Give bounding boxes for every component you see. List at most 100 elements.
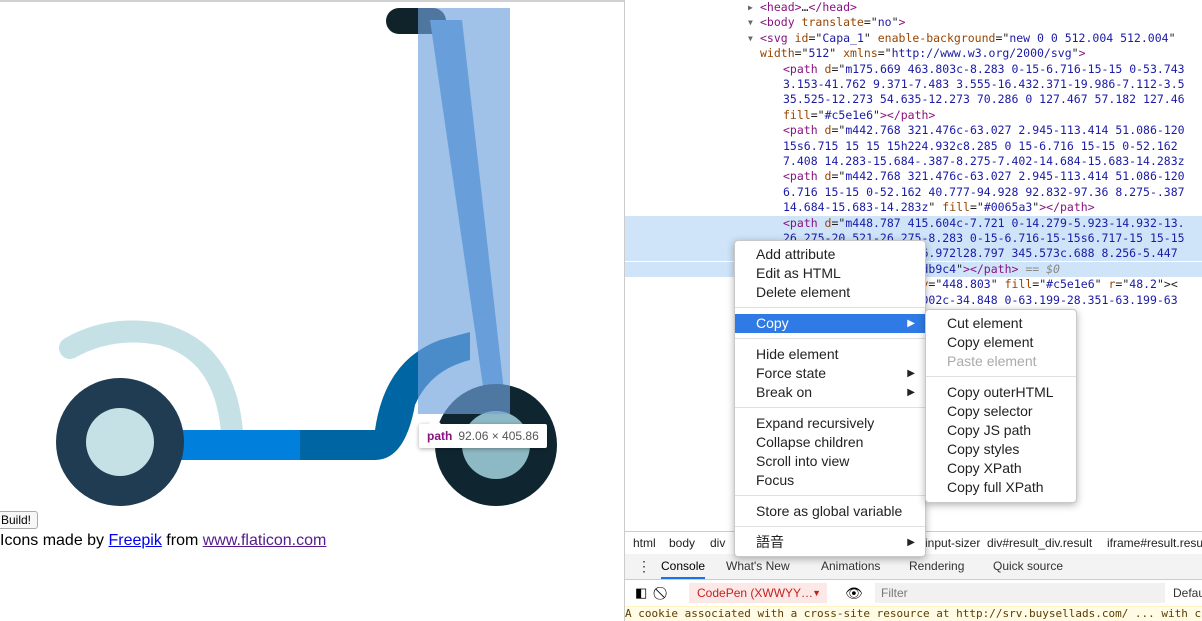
menu-copy-full-xpath[interactable]: Copy full XPath xyxy=(926,478,1076,497)
tooltip-dimensions: 92.06 × 405.86 xyxy=(458,429,539,443)
tab-quick-source[interactable]: Quick source xyxy=(993,554,1063,579)
dom-token: 15s6.715 15 15 15h224.932c8.285 0 15-6.7… xyxy=(783,138,1178,153)
menu-copy-outerhtml[interactable]: Copy outerHTML xyxy=(926,383,1076,402)
log-levels-select[interactable]: Defau xyxy=(1173,580,1202,606)
menu-copy-element[interactable]: Copy element xyxy=(926,333,1076,352)
menu-cut-element[interactable]: Cut element xyxy=(926,314,1076,333)
tab-console[interactable]: Console xyxy=(661,554,706,579)
menu-break-on[interactable]: Break on ▶ xyxy=(735,383,925,402)
dom-token: <head> xyxy=(760,0,802,14)
dom-token: </head> xyxy=(808,0,857,14)
dom-token: 512 xyxy=(808,46,830,61)
breadcrumb-div[interactable]: div xyxy=(710,532,725,554)
build-button[interactable]: Build! xyxy=(0,511,39,529)
dom-node-text: <path d="m175.669 463.803c-8.283 0-15-6.… xyxy=(783,62,1185,77)
dom-token: 48.2 xyxy=(1129,277,1157,292)
caret-down-icon[interactable]: ▼ xyxy=(748,31,753,46)
console-toolbar: ◧ ⃠ CodePen (XWWYY…▼ 👁 Filter Defau xyxy=(625,580,1202,607)
dom-node-line[interactable]: 3.153-41.762 9.371-7.483 3.555-16.432.37… xyxy=(625,77,1202,92)
dom-node-text: 14.684-15.683-14.283z" fill="#0065a3"></… xyxy=(783,200,1095,215)
menu-copy[interactable]: Copy ▶ xyxy=(735,314,925,333)
dom-node-line[interactable]: 35.525-12.273 54.635-12.273 70.286 0 127… xyxy=(625,92,1202,107)
menu-speech-label: 語音 xyxy=(756,534,784,550)
dom-node-line[interactable]: <path d="m442.768 321.476c-63.027 2.945-… xyxy=(625,169,1202,184)
dom-node-line[interactable]: fill="#c5e1e6"></path> xyxy=(625,108,1202,123)
dom-node-line[interactable]: <path d="m448.787 415.604c-7.721 0-14.27… xyxy=(625,215,1202,231)
dom-token: " xyxy=(829,46,844,61)
chevron-right-icon: ▶ xyxy=(907,387,915,398)
dom-token: http://www.w3.org/2000/svg xyxy=(891,46,1072,61)
rear-wheel-center-path[interactable] xyxy=(86,408,154,476)
dom-node-line[interactable]: ▼ <body translate="no"> xyxy=(625,15,1202,30)
dom-node-text: 15s6.715 15 15 15h224.932c8.285 0 15-6.7… xyxy=(783,139,1178,154)
menu-copy-selector[interactable]: Copy selector xyxy=(926,402,1076,421)
menu-expand-recursively[interactable]: Expand recursively xyxy=(735,414,925,433)
dom-token: m175.669 463.803c-8.283 0-15-6.716-15-15… xyxy=(845,61,1185,76)
dom-token: =" xyxy=(810,107,825,122)
dom-token: =" xyxy=(863,15,878,30)
dom-token: #0065a3 xyxy=(983,200,1033,215)
menu-store-as-global[interactable]: Store as global variable xyxy=(735,502,925,521)
dom-token: > xyxy=(898,15,906,30)
dom-token: 448.803 xyxy=(942,277,991,292)
menu-delete-element[interactable]: Delete element xyxy=(735,283,925,302)
caret-right-icon[interactable]: ▶ xyxy=(748,0,753,15)
filter-input[interactable]: Filter xyxy=(875,583,1165,603)
dom-node-text: ▼ <body translate="no"> xyxy=(748,15,906,30)
eye-icon[interactable]: 👁 xyxy=(845,580,863,606)
menu-scroll-into-view[interactable]: Scroll into view xyxy=(735,452,925,471)
context-select[interactable]: CodePen (XWWYY… ▼ xyxy=(689,583,827,603)
menu-speech[interactable]: 語音 ▶ xyxy=(735,533,925,552)
breadcrumb-input-sizer[interactable]: input-sizer xyxy=(925,532,980,554)
breadcrumb-body[interactable]: body xyxy=(669,532,695,554)
drawer-menu-icon[interactable]: ⋮ xyxy=(637,554,651,579)
dom-node-line[interactable]: ▼ <svg id="Capa_1" enable-background="new… xyxy=(625,31,1202,46)
dom-node-line[interactable]: 14.684-15.683-14.283z" fill="#0065a3"></… xyxy=(625,200,1202,215)
dom-token: <path xyxy=(783,169,825,184)
menu-copy-styles[interactable]: Copy styles xyxy=(926,440,1076,459)
dom-node-line[interactable]: 15s6.715 15 15 15h224.932c8.285 0 15-6.7… xyxy=(625,139,1202,154)
dom-node-text: <path d="m442.768 321.476c-63.027 2.945-… xyxy=(783,123,1185,138)
dom-node-line[interactable]: <path d="m442.768 321.476c-63.027 2.945-… xyxy=(625,123,1202,138)
dom-token: <path xyxy=(783,123,825,138)
dom-token: " xyxy=(990,277,1005,292)
dom-token: m448.787 415.604c-7.721 0-14.279-5.923-1… xyxy=(845,215,1185,230)
console-warning: A cookie associated with a cross-site re… xyxy=(625,606,1202,621)
chevron-right-icon: ▶ xyxy=(907,368,915,379)
menu-copy-xpath[interactable]: Copy XPath xyxy=(926,459,1076,478)
dom-node-text: fill="#c5e1e6"></path> xyxy=(783,108,935,123)
menu-focus[interactable]: Focus xyxy=(735,471,925,490)
breadcrumb-iframe[interactable]: iframe#result.result xyxy=(1107,532,1202,554)
freepik-link[interactable]: Freepik xyxy=(109,532,162,549)
dom-token: " xyxy=(891,15,899,30)
dom-token: ></path> xyxy=(963,261,1019,276)
dom-node-text: 3.153-41.762 9.371-7.483 3.555-16.432.37… xyxy=(783,77,1185,92)
sidebar-toggle-icon[interactable]: ◧ xyxy=(635,580,647,606)
dom-token: <svg xyxy=(760,30,795,45)
dom-token: #c5e1e6 xyxy=(1046,277,1095,292)
breadcrumb-html[interactable]: html xyxy=(633,532,656,554)
menu-add-attribute[interactable]: Add attribute xyxy=(735,245,925,264)
dom-token: =" xyxy=(928,277,943,292)
dom-token: m442.768 321.476c-63.027 2.945-113.414 5… xyxy=(845,123,1185,138)
dom-node-line[interactable]: 7.408 14.283-15.684-.387-8.275-7.402-14.… xyxy=(625,154,1202,169)
dom-node-line[interactable]: <path d="m175.669 463.803c-8.283 0-15-6.… xyxy=(625,62,1202,77)
dom-node-text: <path d="m442.768 321.476c-63.027 2.945-… xyxy=(783,169,1185,184)
flaticon-link[interactable]: www.flaticon.com xyxy=(203,532,327,549)
tab-rendering[interactable]: Rendering xyxy=(909,554,964,579)
menu-force-state[interactable]: Force state ▶ xyxy=(735,364,925,383)
breadcrumb-result-div[interactable]: div#result_div.result xyxy=(987,532,1092,554)
dom-token: translate xyxy=(801,15,864,30)
tab-animations[interactable]: Animations xyxy=(821,554,880,579)
menu-collapse-children[interactable]: Collapse children xyxy=(735,433,925,452)
tab-whats-new[interactable]: What's New xyxy=(726,554,790,579)
dom-node-line[interactable]: 6.716 15-15 0-52.162 40.777-94.928 92.83… xyxy=(625,185,1202,200)
dom-node-line[interactable]: width="512" xmlns="http://www.w3.org/200… xyxy=(625,46,1202,61)
menu-copy-js-path[interactable]: Copy JS path xyxy=(926,421,1076,440)
dom-token: =" xyxy=(969,200,984,215)
menu-hide-element[interactable]: Hide element xyxy=(735,345,925,364)
caret-down-icon[interactable]: ▼ xyxy=(748,15,753,30)
menu-edit-as-html[interactable]: Edit as HTML xyxy=(735,264,925,283)
dom-node-line[interactable]: ▶ <head>…</head> xyxy=(625,0,1202,15)
dom-token: =" xyxy=(831,215,846,230)
